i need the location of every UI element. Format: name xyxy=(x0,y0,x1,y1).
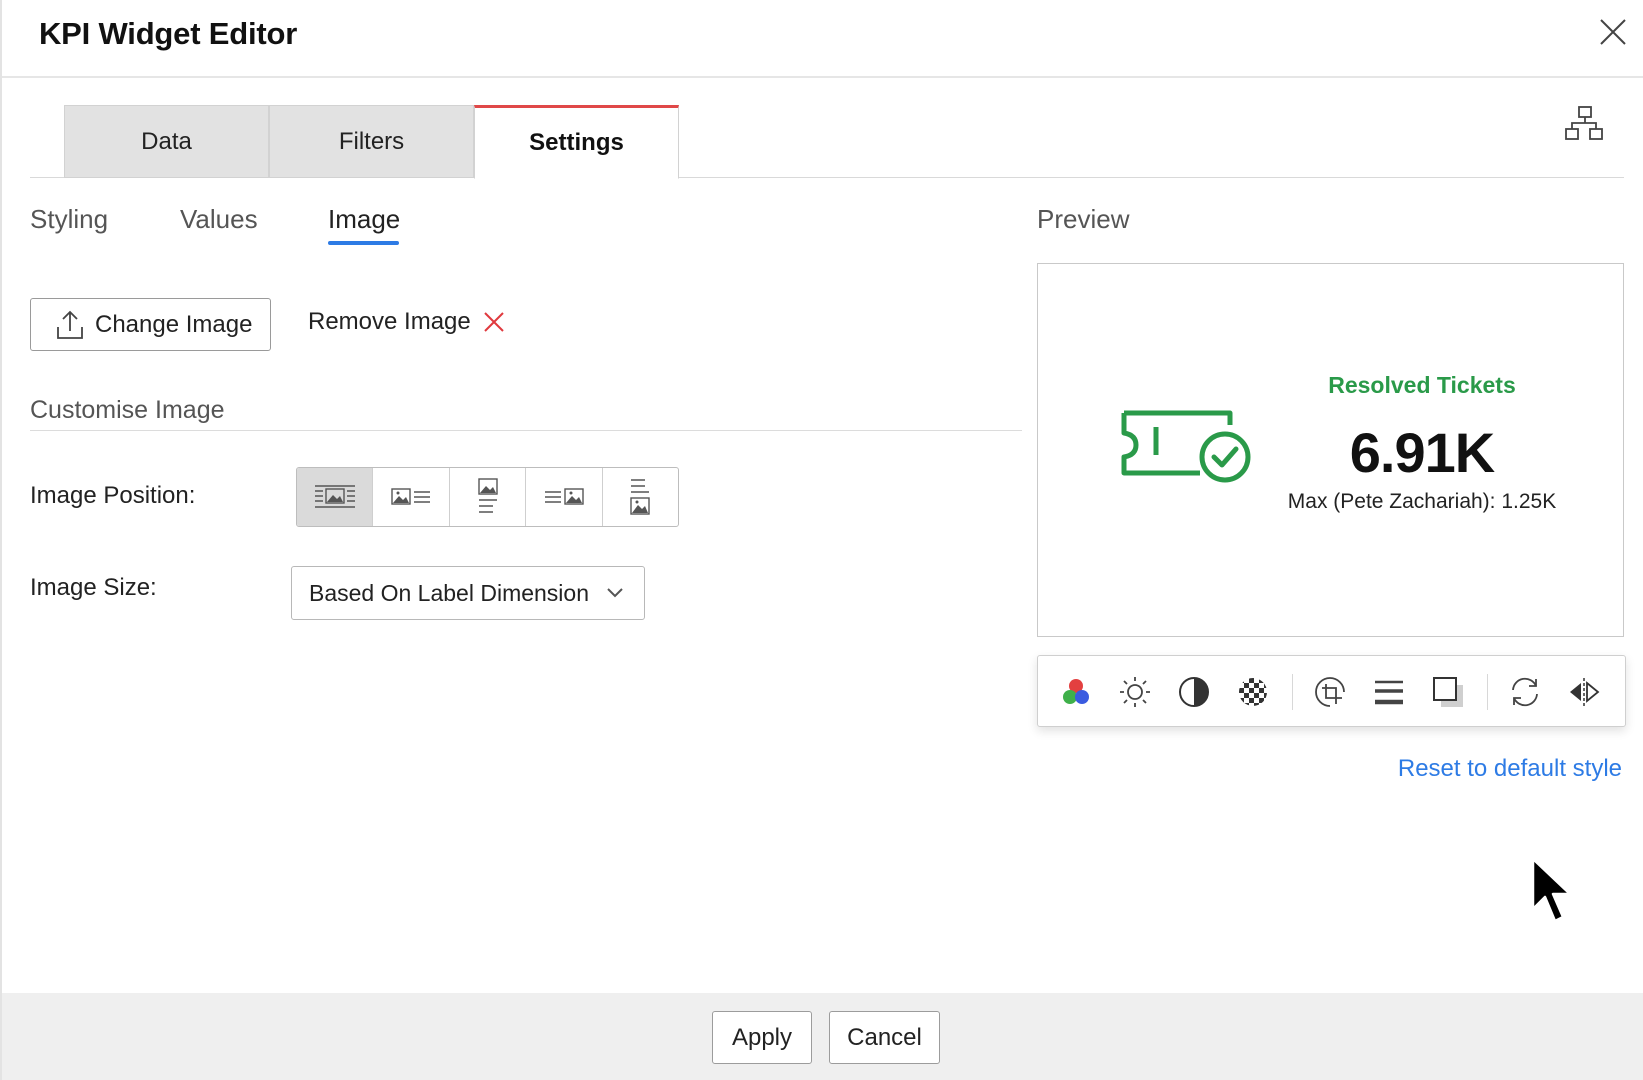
kpi-label: Resolved Tickets xyxy=(1328,372,1516,398)
close-icon[interactable] xyxy=(1593,12,1633,52)
dialog-title: KPI Widget Editor xyxy=(39,16,298,51)
dialog-footer xyxy=(2,993,1643,1080)
brightness-icon[interactable] xyxy=(1115,672,1155,712)
position-right-button[interactable] xyxy=(526,468,603,526)
tab-label: Settings xyxy=(529,129,624,156)
ticket-check-icon xyxy=(1120,405,1255,485)
main-tab-bar: Data Filters Settings xyxy=(30,105,1624,179)
preview-title: Preview xyxy=(1037,204,1130,234)
image-right-icon xyxy=(544,488,584,505)
tab-label: Data xyxy=(141,127,192,155)
toolbar-divider xyxy=(1487,674,1488,710)
change-image-button[interactable]: Change Image xyxy=(30,298,271,351)
tab-filters[interactable]: Filters xyxy=(269,105,474,178)
dialog-header: KPI Widget Editor xyxy=(2,0,1643,78)
mouse-cursor-icon xyxy=(1527,855,1577,927)
remove-x-icon xyxy=(484,312,504,332)
section-divider xyxy=(30,430,1022,431)
tab-label: Filters xyxy=(338,127,405,155)
crop-icon[interactable] xyxy=(1310,672,1350,712)
remove-image-button[interactable]: Remove Image xyxy=(308,308,505,336)
shadow-icon[interactable] xyxy=(1428,672,1468,712)
change-image-label: Change Image xyxy=(95,310,253,338)
upload-icon xyxy=(57,310,83,339)
reset-default-style-link[interactable]: Reset to default style xyxy=(1398,755,1622,783)
remove-image-label: Remove Image xyxy=(308,308,471,335)
customise-image-title: Customise Image xyxy=(30,396,225,424)
subtab-image[interactable]: Image xyxy=(328,204,400,235)
image-bottom-icon xyxy=(630,479,651,515)
toolbar-divider xyxy=(1292,674,1293,710)
image-center-text-icon xyxy=(314,485,355,508)
flip-icon[interactable] xyxy=(1564,672,1604,712)
position-left-button[interactable] xyxy=(373,468,450,526)
tab-data[interactable]: Data xyxy=(64,105,269,178)
hierarchy-icon[interactable] xyxy=(1562,104,1606,144)
subtab-values[interactable]: Values xyxy=(180,204,258,235)
image-top-icon xyxy=(477,478,498,513)
image-position-label: Image Position: xyxy=(30,482,196,509)
subtab-styling[interactable]: Styling xyxy=(30,204,108,235)
color-overlay-icon[interactable] xyxy=(1056,672,1096,712)
apply-button[interactable]: Apply xyxy=(712,1011,812,1064)
contrast-icon[interactable] xyxy=(1174,672,1214,712)
image-size-label: Image Size: xyxy=(30,574,157,601)
kpi-subtext: Max (Pete Zachariah): 1.25K xyxy=(1287,490,1557,513)
image-style-toolbar xyxy=(1037,655,1626,727)
image-position-selector xyxy=(296,467,679,527)
position-bottom-button[interactable] xyxy=(603,468,678,526)
image-size-dropdown[interactable]: Based On Label Dimension xyxy=(291,566,645,620)
tab-settings[interactable]: Settings xyxy=(474,105,679,179)
border-icon[interactable] xyxy=(1369,672,1409,712)
rotate-icon[interactable] xyxy=(1505,672,1545,712)
kpi-value: 6.91K xyxy=(1349,421,1495,484)
kpi-widget-editor-dialog: KPI Widget Editor Data Filters Settings … xyxy=(0,0,1643,1080)
cancel-button[interactable]: Cancel xyxy=(829,1011,940,1064)
position-center-button[interactable] xyxy=(297,468,374,526)
active-subtab-indicator xyxy=(328,241,399,245)
transparency-icon[interactable] xyxy=(1233,672,1273,712)
chevron-down-icon xyxy=(607,588,623,598)
image-left-icon xyxy=(391,488,431,505)
position-top-button[interactable] xyxy=(450,468,527,526)
image-size-value: Based On Label Dimension xyxy=(309,579,589,606)
